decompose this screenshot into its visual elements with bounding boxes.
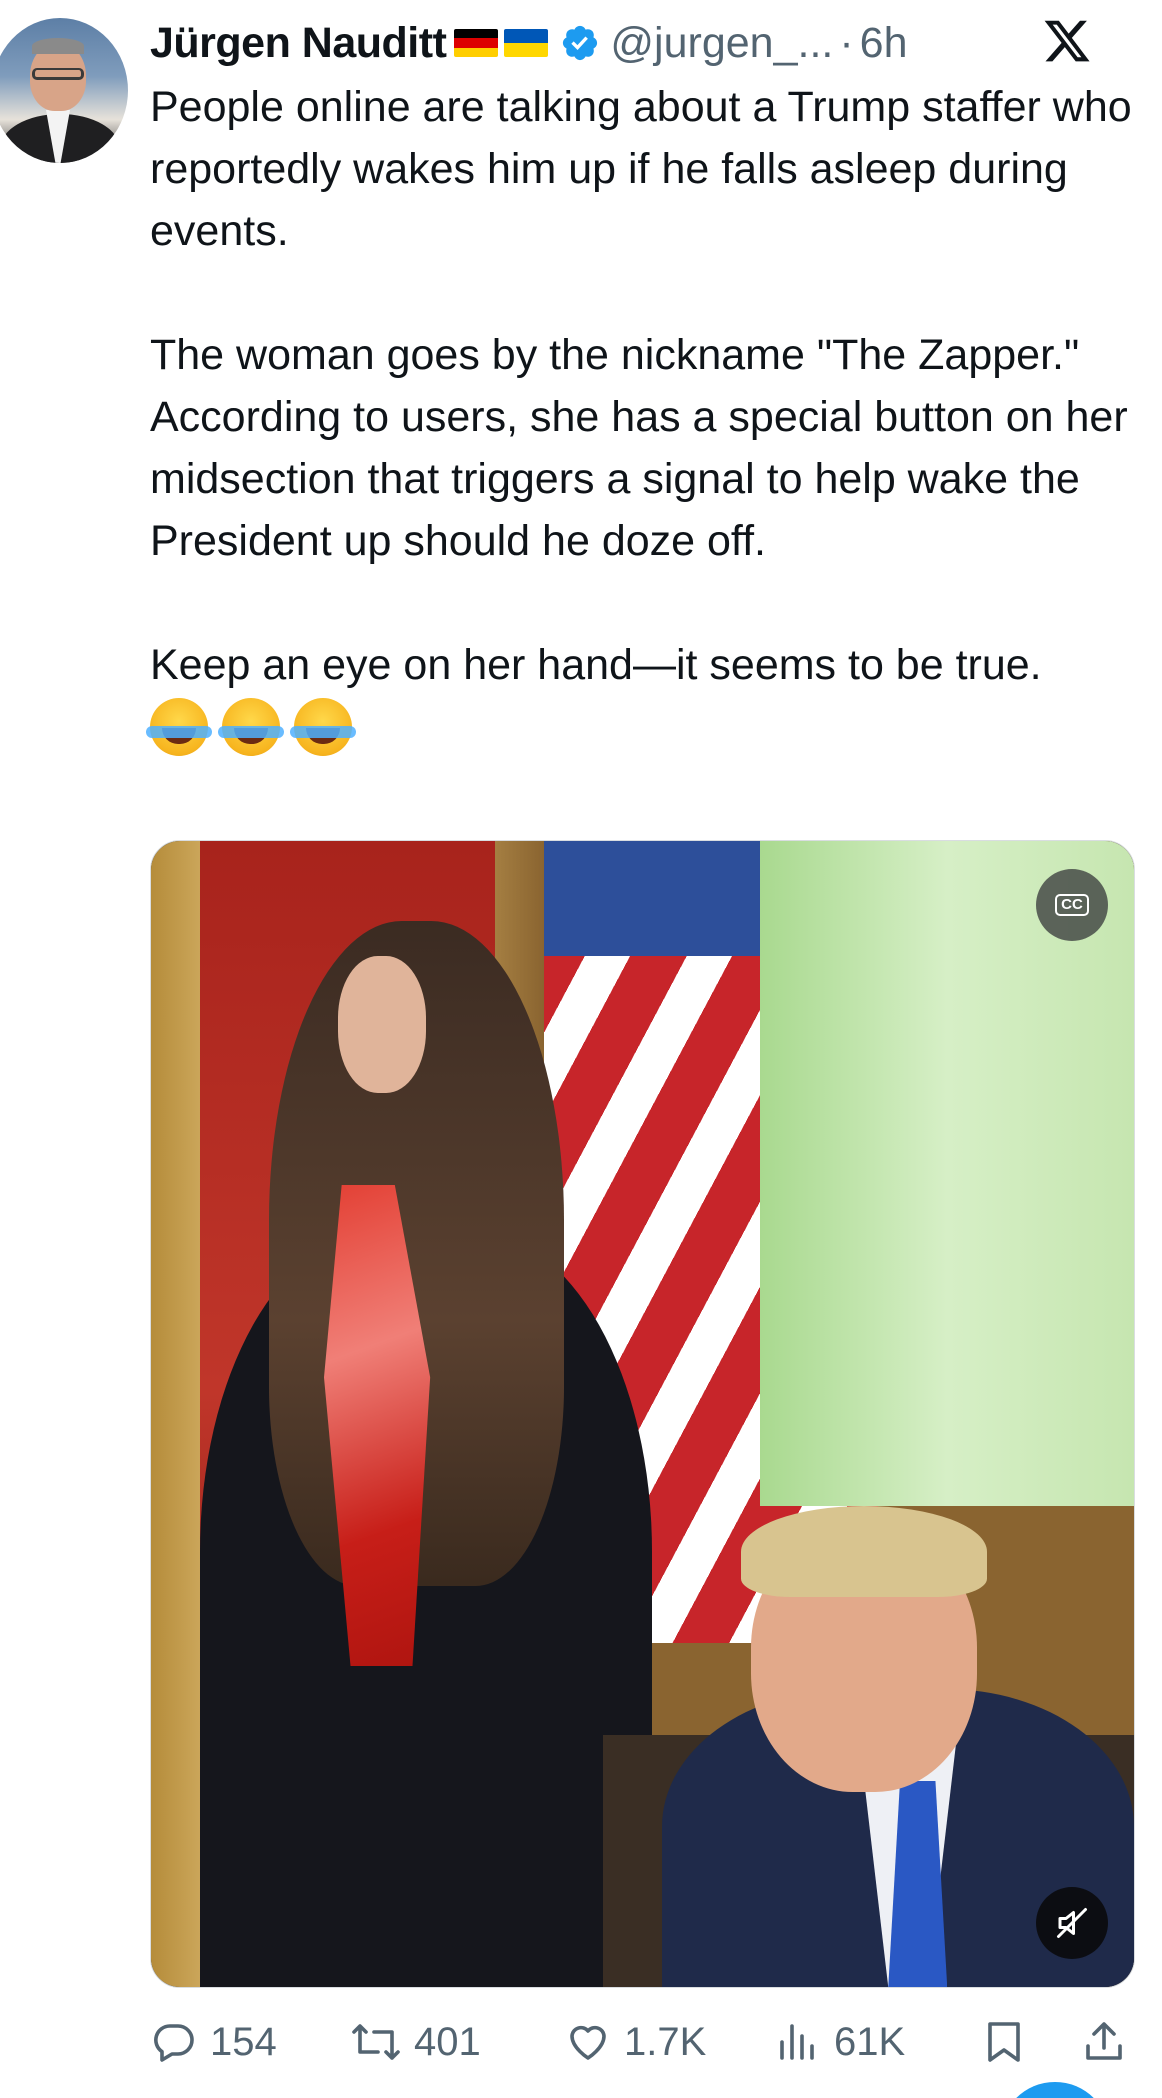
views-count: 61K <box>834 2019 906 2064</box>
reply-icon <box>154 2024 194 2062</box>
author-avatar[interactable] <box>0 18 128 163</box>
views-button[interactable]: 61K <box>774 2018 905 2066</box>
tweet-text: People online are talking about a Trump … <box>146 76 1160 756</box>
tweet-paragraph: The woman goes by the nickname "The Zapp… <box>150 331 1128 565</box>
captions-button[interactable]: CC <box>1036 869 1108 941</box>
germany-flag-icon <box>454 29 499 57</box>
ukraine-flag-icon <box>504 29 549 57</box>
face-with-tears-of-joy-icon <box>146 698 212 756</box>
reply-count: 154 <box>210 2019 277 2064</box>
like-count: 1.7K <box>624 2019 707 2064</box>
video-player[interactable]: CC <box>150 840 1135 1988</box>
timestamp[interactable]: 6h <box>860 19 908 68</box>
verified-badge-icon <box>563 25 598 61</box>
share-button[interactable] <box>1080 2018 1128 2066</box>
avatar-hair <box>32 38 84 54</box>
views-chart-icon <box>780 2024 814 2060</box>
repost-icon <box>352 2024 400 2060</box>
tweet-header: Jürgen Nauditt @jurgen_... · 6h <box>150 10 908 76</box>
tweet-paragraph-last: Keep an eye on her hand—it seems to be t… <box>146 634 1160 756</box>
tweet-paragraph: Keep an eye on her hand—it seems to be t… <box>150 641 1042 689</box>
face-with-tears-of-joy-icon <box>218 698 284 756</box>
reply-button[interactable]: 154 <box>150 2018 277 2066</box>
action-bar: 154 401 1.7K 61K <box>150 2012 1140 2072</box>
video-woman-face <box>337 955 427 1094</box>
captions-label: CC <box>1055 894 1089 916</box>
video-man-hair <box>740 1505 987 1598</box>
face-with-tears-of-joy-icon <box>290 698 356 756</box>
avatar-glasses <box>32 68 84 80</box>
tweet: Jürgen Nauditt @jurgen_... · 6h People o… <box>0 0 1162 2098</box>
emoji-row <box>146 698 1160 756</box>
repost-count: 401 <box>414 2019 481 2064</box>
author-name[interactable]: Jürgen Nauditt <box>150 19 447 68</box>
muted-speaker-icon <box>1057 1908 1087 1938</box>
mute-button[interactable] <box>1036 1887 1108 1959</box>
author-handle[interactable]: @jurgen_... <box>610 19 833 68</box>
tweet-paragraph: People online are talking about a Trump … <box>150 83 1132 255</box>
share-icon <box>1086 2022 1122 2060</box>
repost-button[interactable]: 401 <box>350 2018 481 2066</box>
x-logo-icon[interactable] <box>1040 16 1094 66</box>
heart-icon <box>570 2025 606 2060</box>
video-curtain <box>760 841 1134 1506</box>
compose-button[interactable] <box>1000 2082 1110 2098</box>
like-button[interactable]: 1.7K <box>564 2018 706 2066</box>
bookmark-button[interactable] <box>980 2018 1028 2066</box>
separator-dot: · <box>839 18 854 67</box>
bookmark-icon <box>988 2022 1020 2062</box>
